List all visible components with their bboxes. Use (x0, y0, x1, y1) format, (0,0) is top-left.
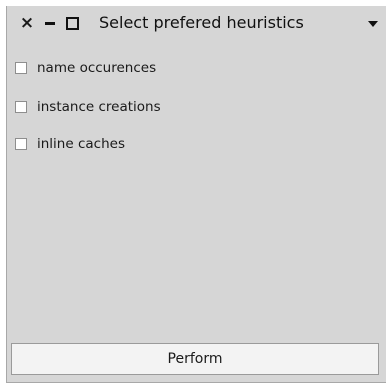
option-label: instance creations (37, 99, 161, 115)
option-label: name occurences (37, 60, 157, 76)
perform-button[interactable]: Perform (11, 343, 379, 375)
window-title: Select prefered heuristics (99, 13, 304, 32)
option-label: inline caches (37, 136, 125, 152)
option-inline-caches[interactable]: inline caches (15, 136, 125, 152)
heuristics-window: × Select prefered heuristics name occure… (6, 6, 386, 383)
chevron-down-icon[interactable] (368, 21, 378, 27)
minimize-icon[interactable] (43, 14, 57, 32)
checkbox[interactable] (15, 138, 27, 150)
option-name-occurences[interactable]: name occurences (15, 60, 156, 76)
window-titlebar[interactable]: × Select prefered heuristics (7, 6, 386, 40)
checkbox[interactable] (15, 101, 27, 113)
close-icon[interactable]: × (19, 14, 35, 32)
option-instance-creations[interactable]: instance creations (15, 99, 161, 115)
checkbox[interactable] (15, 62, 27, 74)
maximize-icon[interactable] (65, 14, 79, 32)
